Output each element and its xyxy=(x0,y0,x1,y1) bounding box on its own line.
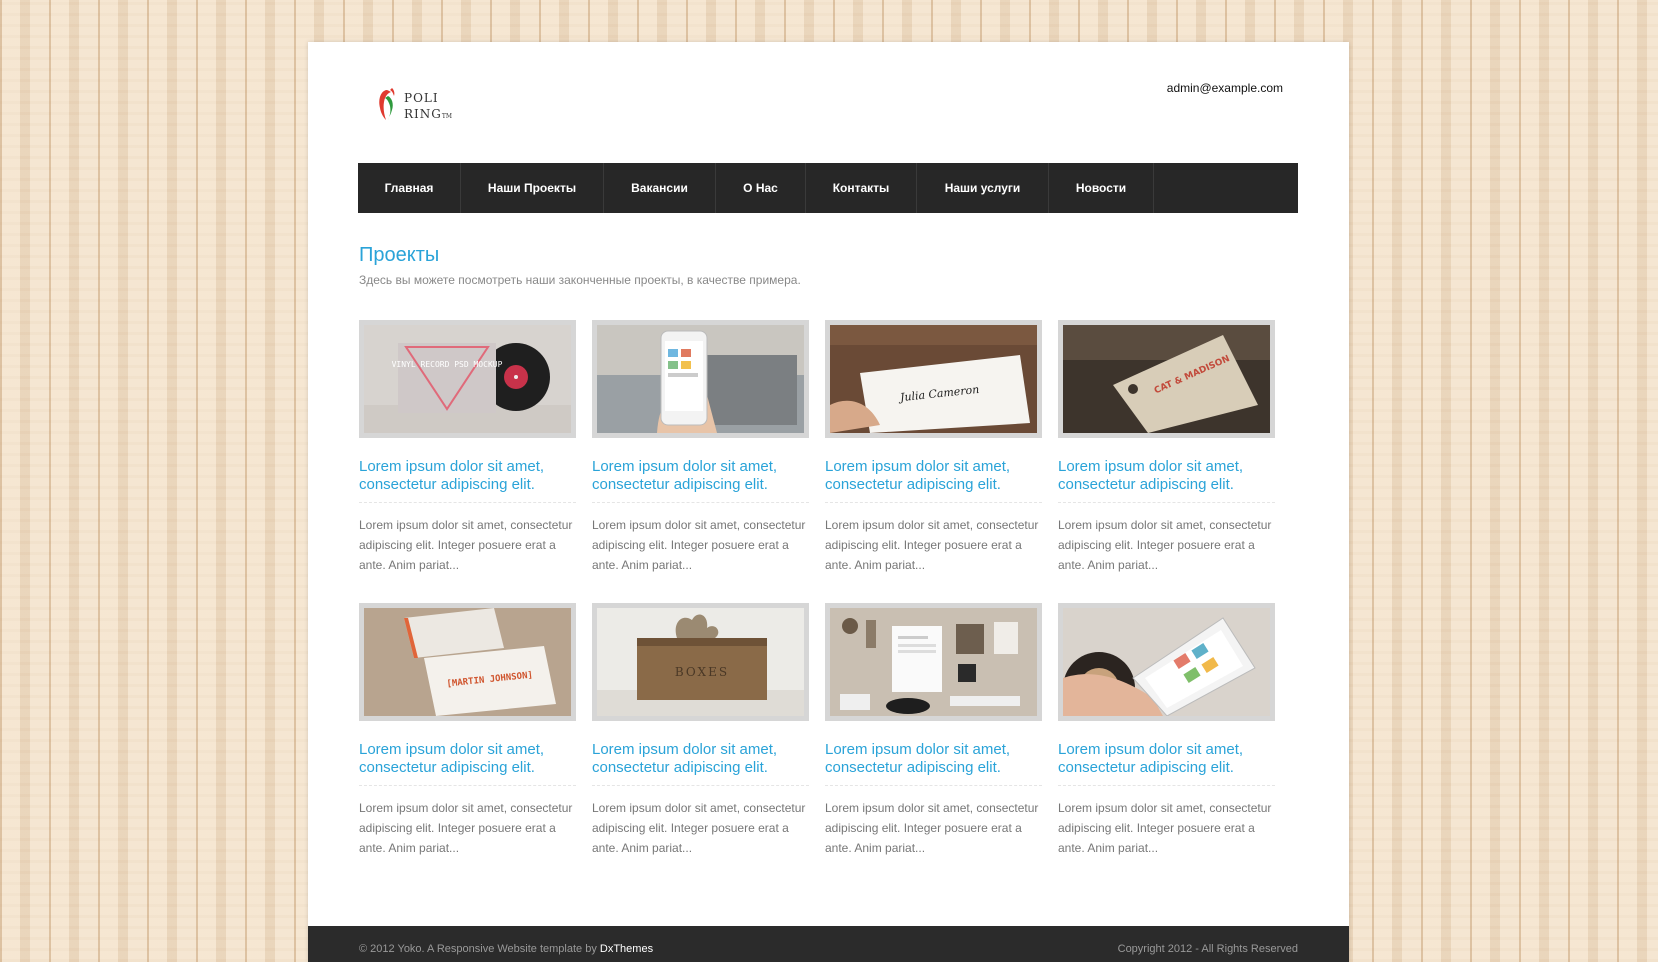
project-card: [MARTIN JOHNSON] Lorem ipsum dolor sit a… xyxy=(359,603,576,858)
footer: © 2012 Yoko. A Responsive Website templa… xyxy=(308,926,1349,962)
project-thumbnail-vinyl[interactable]: VINYL RECORD PSD MOCKUP xyxy=(359,320,576,438)
thumbnail-caption: BOXES xyxy=(675,665,729,679)
project-card: Lorem ipsum dolor sit amet, consectetur … xyxy=(1058,603,1275,858)
logo-trademark: TM xyxy=(441,113,453,120)
logo-mark-icon xyxy=(379,88,395,120)
project-title-link[interactable]: Lorem ipsum dolor sit amet, consectetur … xyxy=(592,741,809,786)
project-thumbnail-smartphone[interactable] xyxy=(1058,603,1275,721)
project-description: Lorem ipsum dolor sit amet, consectetur … xyxy=(1058,801,1272,855)
page-container: POLI RINGTM admin@example.com Главная На… xyxy=(308,42,1349,962)
project-card: Julia Cameron Lorem ipsum dolor sit amet… xyxy=(825,320,1042,575)
project-title-link[interactable]: Lorem ipsum dolor sit amet, consectetur … xyxy=(825,458,1042,503)
footer-credits-text: © 2012 Yoko. A Responsive Website templa… xyxy=(359,943,600,955)
project-description: Lorem ipsum dolor sit amet, consectetur … xyxy=(825,518,1039,572)
project-card: Lorem ipsum dolor sit amet, consectetur … xyxy=(825,603,1042,858)
project-thumbnail-box[interactable]: BOXES xyxy=(592,603,809,721)
logo-text-line2: RING xyxy=(404,107,442,121)
nav-item-projects[interactable]: Наши Проекты xyxy=(461,163,604,213)
project-title-link[interactable]: Lorem ipsum dolor sit amet, consectetur … xyxy=(592,458,809,503)
project-description: Lorem ipsum dolor sit amet, consectetur … xyxy=(825,801,1039,855)
nav-item-contacts[interactable]: Контакты xyxy=(806,163,917,213)
nav-item-home[interactable]: Главная xyxy=(358,163,461,213)
footer-copyright: Copyright 2012 - All Rights Reserved xyxy=(1117,943,1298,955)
project-card: VINYL RECORD PSD MOCKUP Lorem ipsum dolo… xyxy=(359,320,576,575)
nav-item-about[interactable]: О Нас xyxy=(716,163,806,213)
project-description: Lorem ipsum dolor sit amet, consectetur … xyxy=(359,801,573,855)
project-thumbnail-tag[interactable]: CAT & MADISON xyxy=(1058,320,1275,438)
project-card: Lorem ipsum dolor sit amet, consectetur … xyxy=(592,320,809,575)
logo-text-line1: POLI xyxy=(404,91,439,105)
project-description: Lorem ipsum dolor sit amet, consectetur … xyxy=(592,801,806,855)
project-thumbnail-business-card[interactable]: Julia Cameron xyxy=(825,320,1042,438)
nav-item-services[interactable]: Наши услуги xyxy=(917,163,1049,213)
project-title-link[interactable]: Lorem ipsum dolor sit amet, consectetur … xyxy=(1058,458,1275,503)
project-thumbnail-stationery[interactable] xyxy=(825,603,1042,721)
project-thumbnail-cards[interactable]: [MARTIN JOHNSON] xyxy=(359,603,576,721)
page-subtitle: Здесь вы можете посмотреть наши закончен… xyxy=(359,273,801,287)
main-nav: Главная Наши Проекты Вакансии О Нас Конт… xyxy=(358,163,1298,213)
project-title-link[interactable]: Lorem ipsum dolor sit amet, consectetur … xyxy=(359,458,576,503)
project-title-link[interactable]: Lorem ipsum dolor sit amet, consectetur … xyxy=(1058,741,1275,786)
project-title-link[interactable]: Lorem ipsum dolor sit amet, consectetur … xyxy=(359,741,576,786)
logo[interactable]: POLI RINGTM xyxy=(372,84,452,128)
header-email[interactable]: admin@example.com xyxy=(1167,81,1283,95)
thumbnail-caption: VINYL RECORD PSD MOCKUP xyxy=(392,360,503,369)
nav-item-vacancies[interactable]: Вакансии xyxy=(604,163,716,213)
footer-credits: © 2012 Yoko. A Responsive Website templa… xyxy=(359,943,653,955)
project-description: Lorem ipsum dolor sit amet, consectetur … xyxy=(359,518,573,572)
page-title: Проекты xyxy=(359,244,440,266)
project-card: CAT & MADISON Lorem ipsum dolor sit amet… xyxy=(1058,320,1275,575)
project-description: Lorem ipsum dolor sit amet, consectetur … xyxy=(592,518,806,572)
project-description: Lorem ipsum dolor sit amet, consectetur … xyxy=(1058,518,1272,572)
project-title-link[interactable]: Lorem ipsum dolor sit amet, consectetur … xyxy=(825,741,1042,786)
project-card: BOXES Lorem ipsum dolor sit amet, consec… xyxy=(592,603,809,858)
project-thumbnail-phone[interactable] xyxy=(592,320,809,438)
footer-theme-link[interactable]: DxThemes xyxy=(600,943,653,955)
nav-item-news[interactable]: Новости xyxy=(1049,163,1154,213)
